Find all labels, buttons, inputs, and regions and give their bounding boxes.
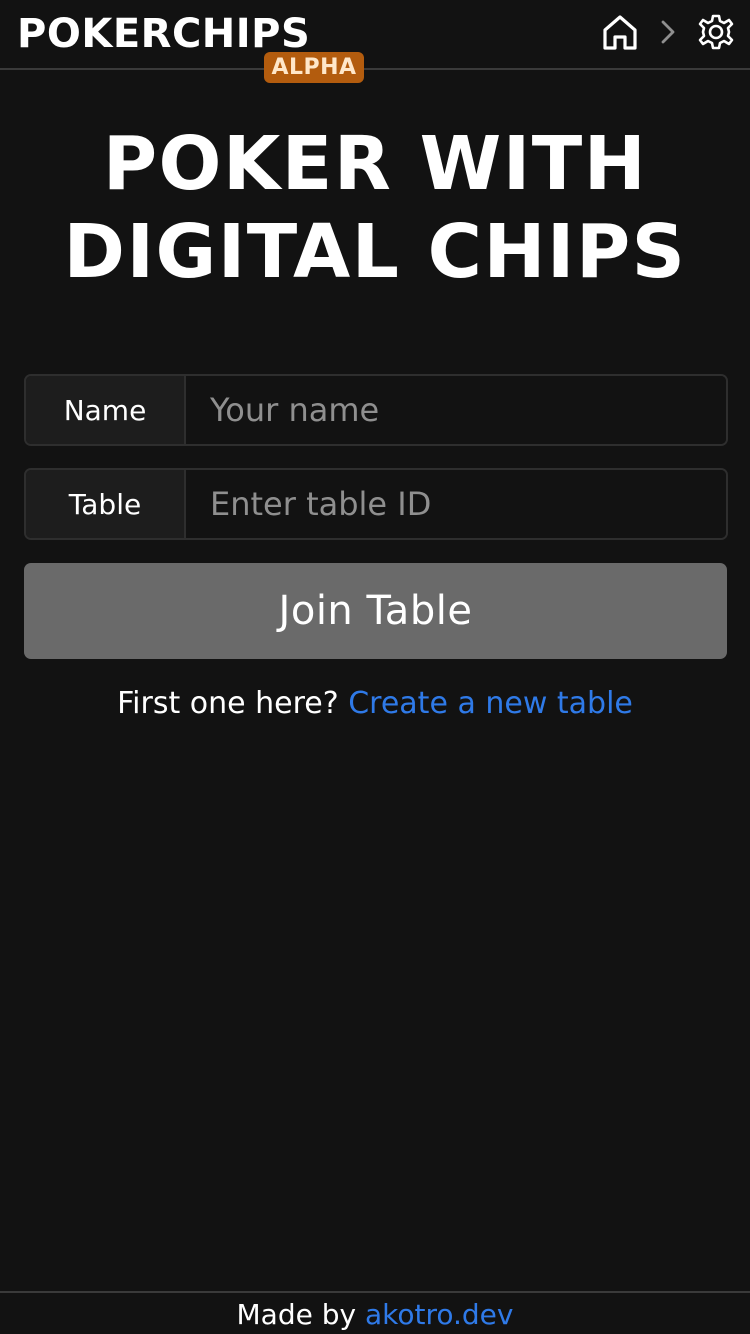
name-input-group: Name bbox=[24, 374, 728, 446]
table-id-input[interactable] bbox=[186, 470, 726, 538]
footer-divider bbox=[0, 1291, 750, 1293]
table-input-group: Table bbox=[24, 468, 728, 540]
app-page: POKERCHIPS ALPHA POKER WITH DIGITAL CHIP… bbox=[0, 0, 750, 1334]
footer-prefix: Made by bbox=[236, 1298, 357, 1331]
app-header: POKERCHIPS bbox=[0, 0, 750, 68]
hero-line-1: POKER WITH bbox=[102, 121, 648, 207]
join-table-button[interactable]: Join Table bbox=[24, 563, 727, 659]
hero-line-2: DIGITAL CHIPS bbox=[63, 209, 687, 295]
header-nav bbox=[600, 12, 736, 52]
home-icon[interactable] bbox=[600, 12, 640, 52]
create-prompt: First one here? bbox=[117, 686, 339, 721]
hero-title: POKER WITH DIGITAL CHIPS bbox=[0, 120, 750, 296]
gear-icon[interactable] bbox=[696, 12, 736, 52]
name-label: Name bbox=[26, 376, 186, 444]
chevron-right-icon bbox=[640, 12, 696, 52]
create-table-link[interactable]: Create a new table bbox=[348, 686, 633, 721]
table-label: Table bbox=[26, 470, 186, 538]
name-input[interactable] bbox=[186, 376, 726, 444]
brand-title[interactable]: POKERCHIPS bbox=[17, 10, 310, 58]
author-link[interactable]: akotro.dev bbox=[365, 1298, 514, 1331]
footer: Made by akotro.dev bbox=[0, 1295, 750, 1334]
alpha-badge: ALPHA bbox=[264, 52, 364, 83]
create-table-row: First one here? Create a new table bbox=[0, 684, 750, 724]
header-divider bbox=[0, 68, 750, 70]
